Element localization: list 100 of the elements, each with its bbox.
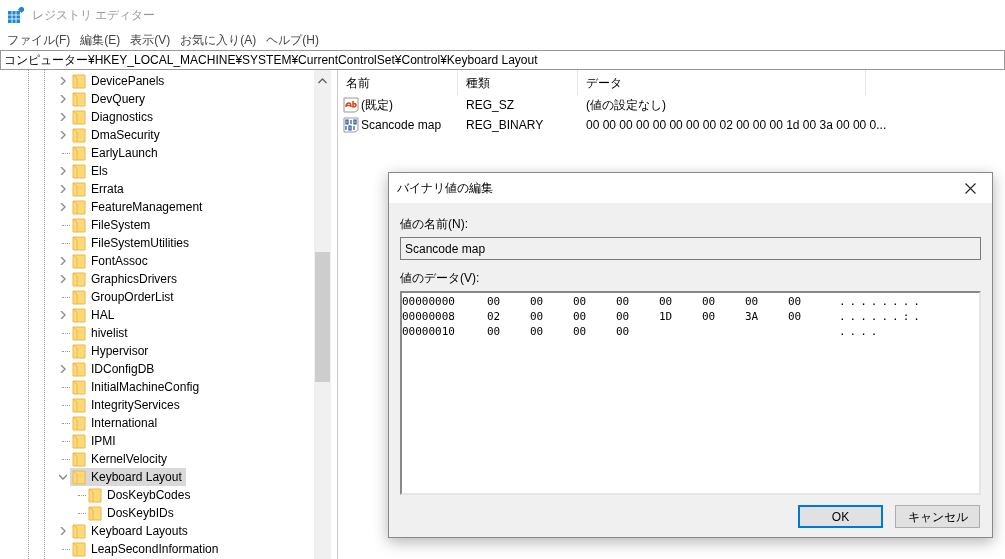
tree-item[interactable]: Keyboard Layout <box>70 468 186 486</box>
tree-item[interactable]: DevQuery <box>70 90 150 108</box>
tree-connector <box>62 422 70 424</box>
hex-byte: 00 <box>573 294 588 309</box>
hex-byte: 00 <box>659 294 674 309</box>
tree-item[interactable]: DosKeybIDs <box>86 504 178 522</box>
folder-icon <box>72 307 86 323</box>
folder-icon <box>72 415 86 431</box>
folder-icon <box>72 145 86 161</box>
tree-connector <box>62 404 70 406</box>
tree-item[interactable]: DevicePanels <box>70 72 169 90</box>
tree-item[interactable]: DosKeybCodes <box>86 486 195 504</box>
scrollbar-thumb[interactable] <box>315 252 330 382</box>
cancel-button[interactable]: キャンセル <box>895 505 980 528</box>
hex-byte: 02 <box>487 309 502 324</box>
tree-item[interactable]: KernelVelocity <box>70 450 172 468</box>
ok-button[interactable]: OK <box>798 505 883 528</box>
value-name-field[interactable]: Scancode map <box>400 237 981 260</box>
string-value-icon <box>343 97 359 113</box>
menu-item[interactable]: 表示(V) <box>125 31 176 49</box>
hex-byte: 00 <box>702 294 717 309</box>
tree-item[interactable]: hivelist <box>70 324 132 342</box>
hex-offset: 00000000 <box>402 294 456 309</box>
hex-offset: 00000010 <box>402 324 456 339</box>
tree-item[interactable]: HAL <box>70 306 119 324</box>
tree-connector <box>62 224 70 226</box>
folder-icon <box>72 397 86 413</box>
hex-byte: 00 <box>573 324 588 339</box>
folder-icon <box>72 523 86 539</box>
tree-connector <box>62 386 70 388</box>
folder-icon <box>88 505 102 521</box>
tree-connector <box>62 458 70 460</box>
hex-offset: 00000008 <box>402 309 456 324</box>
scrollbar[interactable] <box>314 70 331 559</box>
hex-data-field[interactable]: 00000000 00 00 00 00 00 00 00 00 ........ 00000008 02 00 00 00 1D 00 3A 00 ......:. 00000010 00 00 00 00 .... <box>400 291 981 495</box>
tree-item[interactable]: FileSystemUtilities <box>70 234 193 252</box>
folder-icon <box>72 433 86 449</box>
folder-icon <box>72 469 86 485</box>
chevron-right-icon[interactable] <box>59 527 67 535</box>
hex-byte: 00 <box>788 294 803 309</box>
chevron-right-icon[interactable] <box>59 203 67 211</box>
tree-item[interactable]: International <box>70 414 162 432</box>
hex-byte: 00 <box>616 309 631 324</box>
hex-byte: 00 <box>616 294 631 309</box>
folder-icon <box>72 181 86 197</box>
hex-byte: 3A <box>745 309 760 324</box>
address-bar[interactable]: コンピューター¥HKEY_LOCAL_MACHINE¥SYSTEM¥CurrentControlSet¥Control¥Keyboard Layout <box>0 50 1005 70</box>
chevron-right-icon[interactable] <box>59 185 67 193</box>
hex-byte: 00 <box>573 309 588 324</box>
menu-item[interactable]: 編集(E) <box>75 31 126 49</box>
chevron-right-icon[interactable] <box>59 113 67 121</box>
chevron-right-icon[interactable] <box>59 167 67 175</box>
tree-item[interactable]: Keyboard Layouts <box>70 522 192 540</box>
folder-icon <box>72 199 86 215</box>
close-icon <box>964 182 976 194</box>
tree-item[interactable]: IntegrityServices <box>70 396 184 414</box>
tree-item[interactable]: Els <box>70 162 112 180</box>
tree-item[interactable]: DmaSecurity <box>70 126 164 144</box>
chevron-right-icon[interactable] <box>59 365 67 373</box>
chevron-right-icon[interactable] <box>59 131 67 139</box>
binary-value-icon <box>343 117 359 133</box>
tree-item[interactable]: EarlyLaunch <box>70 144 162 162</box>
chevron-right-icon[interactable] <box>59 311 67 319</box>
chevron-right-icon[interactable] <box>59 257 67 265</box>
tree-item[interactable]: IDConfigDB <box>70 360 159 378</box>
column-header[interactable]: 種類 <box>458 70 578 95</box>
chevron-down-icon[interactable] <box>59 473 67 481</box>
tree-connector <box>62 548 70 550</box>
value-data: 00 00 00 00 00 00 00 00 02 00 00 00 1d 00 3a 00 00 0... <box>585 117 888 134</box>
value-type: REG_BINARY <box>465 117 545 134</box>
column-header[interactable]: データ <box>578 70 866 95</box>
tree-item[interactable]: LeapSecondInformation <box>70 540 223 558</box>
tree-item[interactable]: Errata <box>70 180 128 198</box>
folder-icon <box>72 541 86 557</box>
column-header[interactable]: 名前 <box>338 70 458 95</box>
menu-item[interactable]: ヘルプ(H) <box>261 31 324 49</box>
tree-connector <box>62 440 70 442</box>
value-name: Scancode map <box>361 117 442 134</box>
scroll-up-icon[interactable] <box>318 78 327 84</box>
tree-item[interactable]: FontAssoc <box>70 252 152 270</box>
chevron-right-icon[interactable] <box>59 77 67 85</box>
tree-item[interactable]: FileSystem <box>70 216 155 234</box>
folder-icon <box>72 235 86 251</box>
tree-item[interactable]: GraphicsDrivers <box>70 270 181 288</box>
tree-item[interactable]: InitialMachineConfig <box>70 378 204 396</box>
menu-item[interactable]: お気に入り(A) <box>175 31 262 49</box>
tree-item[interactable]: Hypervisor <box>70 342 153 360</box>
tree-item[interactable]: Diagnostics <box>70 108 158 126</box>
tree-item[interactable]: IPMI <box>70 432 120 450</box>
menu-item[interactable]: ファイル(F) <box>2 31 76 49</box>
hex-byte: 00 <box>487 294 502 309</box>
tree-connector <box>62 242 70 244</box>
tree-item[interactable]: GroupOrderList <box>70 288 178 306</box>
folder-icon <box>72 343 86 359</box>
tree-item[interactable]: FeatureManagement <box>70 198 207 216</box>
chevron-right-icon[interactable] <box>59 275 67 283</box>
value-name-label: 値の名前(N): <box>400 216 469 231</box>
tree-connector <box>62 152 70 154</box>
chevron-right-icon[interactable] <box>59 95 67 103</box>
hex-ascii: ........ <box>839 294 924 309</box>
